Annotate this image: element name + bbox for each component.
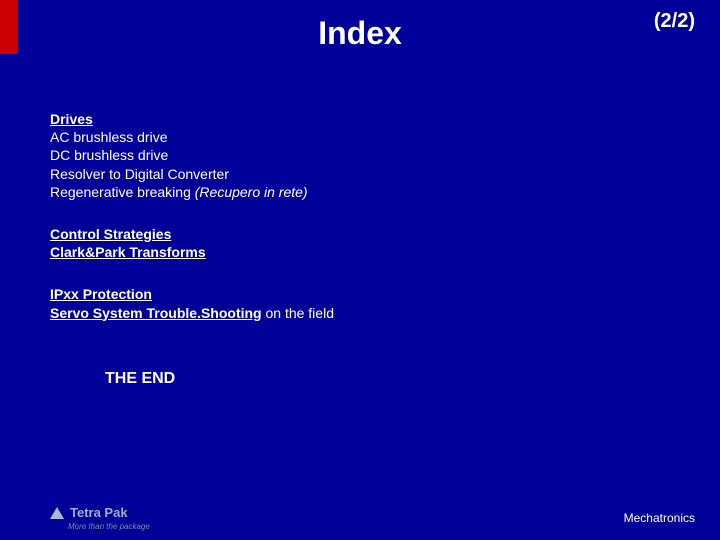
drives-block: Drives AC brushless drive DC brushless d… [50,110,334,201]
clark-park-link[interactable]: Clark&Park Transforms [50,244,206,260]
list-item: Resolver to Digital Converter [50,165,334,183]
control-strategies-link[interactable]: Control Strategies [50,226,171,242]
footer-logo: Tetra Pak [50,505,128,520]
drives-heading: Drives [50,110,334,128]
list-item: DC brushless drive [50,146,334,164]
page-indicator: (2/2) [654,10,695,33]
regen-prefix: Regenerative breaking [50,184,195,200]
ip-servo-block: IPxx Protection Servo System Trouble.Sho… [50,285,334,321]
list-item: Regenerative breaking (Recupero in rete) [50,183,334,201]
ipxx-link[interactable]: IPxx Protection [50,286,152,302]
logo-text: Tetra Pak [70,505,128,520]
servo-troubleshooting-link[interactable]: Servo System Trouble.Shooting [50,305,262,321]
servo-suffix: on the field [262,305,334,321]
logo-tagline: More than the package [68,522,150,531]
control-block: Control Strategies Clark&Park Transforms [50,225,334,261]
slide: Index (2/2) Drives AC brushless drive DC… [0,0,720,540]
list-item: AC brushless drive [50,128,334,146]
regen-italic: (Recupero in rete) [195,184,308,200]
end-text: THE END [105,370,175,388]
content-area: Drives AC brushless drive DC brushless d… [50,110,334,346]
page-title: Index [0,15,720,52]
footer-right: Mechatronics [624,511,695,525]
tetrapak-logo-icon [50,507,64,519]
